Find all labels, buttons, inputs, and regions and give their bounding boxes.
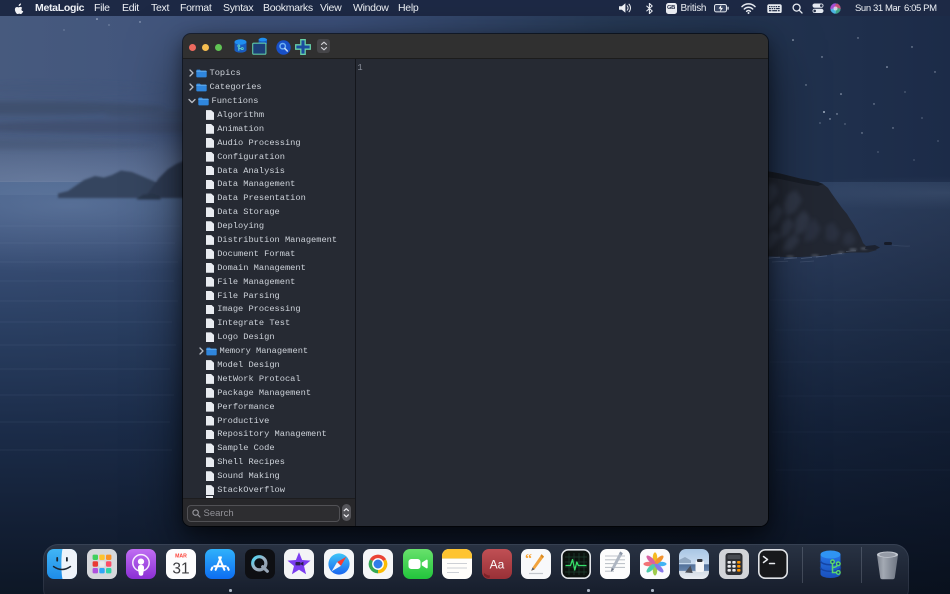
svg-text:“: “ (525, 552, 532, 567)
svg-text:31: 31 (172, 561, 189, 578)
svg-text:MAR: MAR (175, 554, 187, 560)
svg-text:Aa: Aa (489, 558, 504, 572)
